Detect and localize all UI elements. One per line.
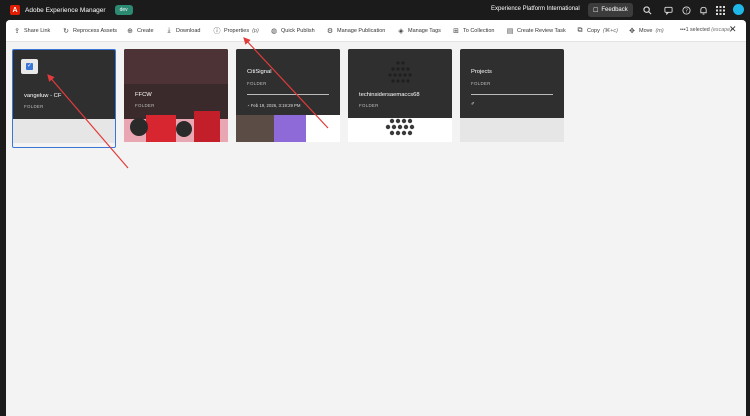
copy-shortcut: (⌘+c) — [602, 28, 618, 34]
globe-icon: ◍ — [270, 28, 278, 35]
card-title: FFCW — [135, 92, 152, 98]
feedback-button[interactable]: ☐ Feedback — [588, 3, 633, 17]
app-title[interactable]: Adobe Experience Manager — [25, 7, 106, 14]
card-date-text: Feb 19, 2026, 3:19:29 PM — [250, 103, 301, 108]
review-icon: ▤ — [506, 28, 514, 35]
create-label: Create — [137, 28, 154, 34]
properties-button[interactable]: ⓘ Properties (p) — [213, 26, 259, 36]
card-footer — [460, 142, 564, 148]
reprocess-assets-button[interactable]: ↻ Reprocess Assets — [62, 26, 117, 36]
to-collection-label: To Collection — [463, 28, 495, 34]
move-shortcut: (m) — [655, 28, 664, 34]
card-divider — [471, 94, 553, 95]
action-bar: ⇪ Share Link ↻ Reprocess Assets ⊕ Create… — [6, 20, 746, 42]
refresh-icon: ↻ — [63, 28, 69, 35]
folder-card[interactable]: ✓ vangeluw - CF FOLDER — [12, 49, 116, 148]
share-icon: ⇪ — [14, 28, 20, 35]
card-title: techinsidersaemaccs68 — [359, 92, 420, 98]
card-footer — [124, 142, 228, 148]
card-stripe — [460, 118, 564, 142]
info-icon: ⓘ — [213, 28, 221, 35]
copy-icon: ⧉ — [577, 27, 583, 34]
download-icon: ⤓ — [167, 27, 171, 34]
adobe-logo[interactable]: A — [10, 5, 20, 15]
help-icon[interactable]: ? — [680, 4, 692, 16]
card-divider — [247, 94, 329, 95]
manage-tags-button[interactable]: ◈ Manage Tags — [397, 26, 441, 36]
card-type: FOLDER — [471, 81, 491, 86]
create-review-label: Create Review Task — [517, 28, 566, 34]
top-bar: A Adobe Experience Manager dev Experienc… — [0, 0, 750, 20]
card-title: Projects — [471, 69, 492, 75]
folder-card[interactable]: techinsidersaemaccs68 FOLDER — [348, 49, 452, 148]
collection-icon: ⊞ — [453, 28, 459, 35]
create-button[interactable]: ⊕ Create — [126, 26, 154, 36]
folder-card[interactable]: CitiSignal FOLDER ◔ Feb 19, 2026, 3:19:2… — [236, 49, 340, 148]
share-link-label: Share Link — [24, 28, 51, 34]
publication-icon: ⚙ — [326, 28, 334, 35]
download-label: Download — [176, 28, 201, 34]
svg-text:?: ? — [685, 8, 688, 14]
search-icon[interactable] — [641, 4, 653, 16]
card-footer — [13, 143, 115, 147]
plus-circle-icon: ⊕ — [127, 28, 133, 35]
feedback-label: Feedback — [601, 7, 628, 13]
card-type: FOLDER — [247, 81, 267, 86]
feedback-icon: ☐ — [593, 7, 599, 14]
manage-publication-button[interactable]: ⚙ Manage Publication — [326, 26, 385, 36]
bell-icon[interactable] — [697, 4, 709, 16]
card-date: ◔ Feb 19, 2026, 3:19:29 PM — [247, 103, 301, 108]
copy-button[interactable]: ⧉ Copy (⌘+c) — [576, 26, 618, 36]
share-link-button[interactable]: ⇪ Share Link — [13, 26, 50, 36]
tag-icon: ◈ — [398, 28, 404, 35]
copy-label: Copy — [587, 28, 600, 34]
close-icon[interactable]: ✕ — [729, 24, 737, 35]
quick-publish-label: Quick Publish — [281, 28, 315, 34]
to-collection-button[interactable]: ⊞ To Collection — [452, 26, 495, 36]
move-label: Move — [639, 28, 653, 34]
quick-publish-button[interactable]: ◍ Quick Publish — [270, 26, 315, 36]
card-type: FOLDER — [135, 103, 155, 108]
manage-tags-label: Manage Tags — [408, 28, 441, 34]
avatar[interactable] — [733, 4, 744, 15]
card-type: FOLDER — [359, 103, 379, 108]
card-title: vangeluw - CF — [24, 93, 62, 99]
card-title: CitiSignal — [247, 69, 272, 75]
chat-icon[interactable] — [662, 4, 674, 16]
selection-status[interactable]: •••1 selected (escape) — [680, 27, 732, 33]
move-icon: ✥ — [629, 28, 635, 35]
card-footer — [348, 142, 452, 148]
card-footer — [236, 142, 340, 148]
properties-label: Properties — [224, 28, 250, 34]
org-switcher[interactable]: Experience Platform International — [491, 6, 580, 12]
folder-card[interactable]: Projects FOLDER ✐ — [460, 49, 564, 148]
manage-publication-label: Manage Publication — [337, 28, 386, 34]
create-review-task-button[interactable]: ▤ Create Review Task — [506, 26, 566, 36]
pin-icon: ✐ — [471, 101, 475, 106]
properties-shortcut: (p) — [252, 28, 259, 34]
env-badge: dev — [114, 5, 133, 15]
move-button[interactable]: ✥ Move (m) — [628, 26, 664, 36]
card-stripe — [13, 119, 115, 143]
check-icon: ✓ — [26, 63, 33, 70]
download-button[interactable]: ⤓ Download — [165, 26, 200, 36]
reprocess-label: Reprocess Assets — [73, 28, 118, 34]
select-checkbox[interactable]: ✓ — [21, 59, 38, 74]
folder-card[interactable]: FFCW FOLDER — [124, 49, 228, 148]
card-type: FOLDER — [24, 104, 44, 109]
main-content: ⇪ Share Link ↻ Reprocess Assets ⊕ Create… — [6, 20, 746, 416]
selected-count: 1 selected — [685, 27, 710, 33]
apps-grid-icon[interactable] — [714, 4, 726, 16]
